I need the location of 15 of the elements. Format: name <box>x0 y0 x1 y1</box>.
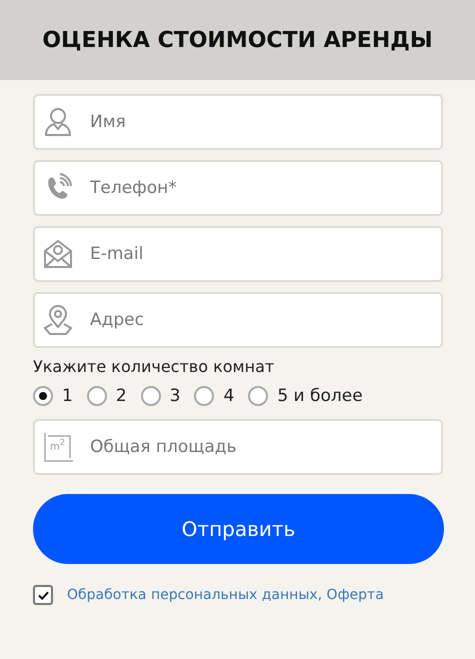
input-field[interactable]: Имя <box>33 94 443 150</box>
input-field[interactable]: Телефон* <box>33 160 443 216</box>
person-icon <box>43 107 73 137</box>
rooms-label: Укажите количество комнат <box>33 357 276 376</box>
input-field[interactable]: E-mail <box>33 226 443 282</box>
checkbox[interactable] <box>33 585 53 605</box>
consent-link[interactable]: Обработка персональных данных, Оферта <box>67 587 384 603</box>
radio-option[interactable]: 5 и более <box>248 386 363 406</box>
envelope-icon <box>43 239 73 269</box>
unit-label: m$^{2}$ <box>50 438 66 452</box>
form-title: ОЦЕНКА СТОИМОСТИ АРЕНДЫ <box>42 28 433 52</box>
map-pin-icon <box>43 305 73 335</box>
submit-button[interactable]: Отправить <box>33 494 444 564</box>
input-field[interactable]: Адрес <box>33 292 443 348</box>
check-icon <box>38 590 48 600</box>
